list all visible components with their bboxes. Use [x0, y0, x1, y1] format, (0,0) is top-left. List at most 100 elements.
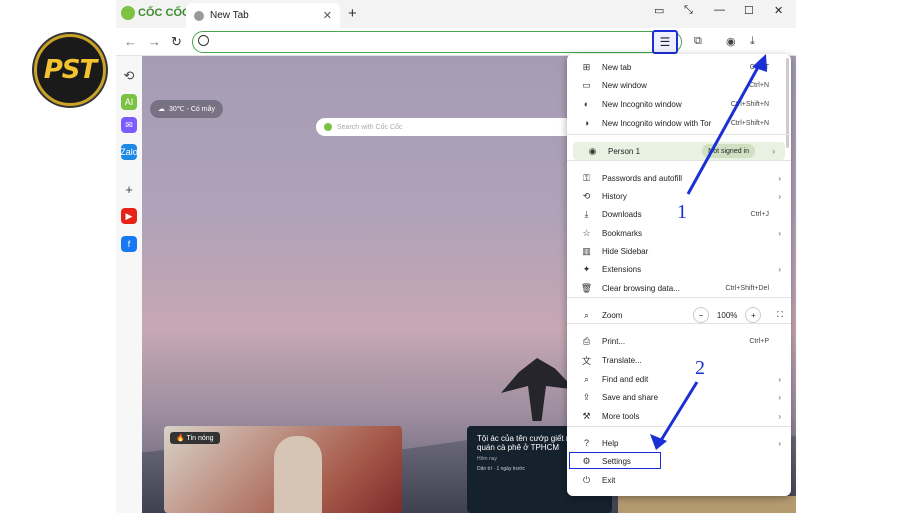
sign-in-status-badge: Not signed in [702, 144, 755, 158]
menu-new-tab-label: New tab [602, 62, 632, 72]
menu-print-label: Print... [602, 336, 626, 346]
extensions-icon[interactable]: ⧉ [694, 35, 702, 48]
close-button[interactable]: ✕ [774, 4, 783, 17]
menu-history-icon: ⟲ [582, 190, 591, 201]
menu-save-share[interactable]: ⇪ Save and share › [567, 388, 791, 406]
menu-downloads-icon: ⤓ [584, 208, 589, 219]
menu-more-tools[interactable]: ⚒ More tools › [567, 407, 791, 425]
chevron-right-icon: › [778, 264, 781, 274]
menu-new-incognito-label: New Incognito window [602, 99, 682, 109]
menu-exit-icon: ⏻ [582, 474, 591, 485]
menu-help-icon: ? [583, 438, 589, 448]
menu-person[interactable]: ◉ Person 1 Not signed in › [573, 142, 785, 160]
menu-more-tools-label: More tools [602, 411, 640, 421]
step-2-label: 2 [695, 357, 705, 379]
weather-widget[interactable]: ☁ 30℃ - Có mây [150, 100, 223, 118]
menu-print-shortcut: Ctrl+P [749, 337, 769, 345]
menu-new-incognito-tor[interactable]: ◑ New Incognito window with Tor Ctrl+Shift… [567, 114, 791, 132]
maximize-button[interactable]: ☐ [744, 4, 754, 17]
menu-divider [567, 134, 791, 135]
ai-icon[interactable]: AI [121, 94, 137, 110]
menu-bookmarks[interactable]: ☆ Bookmarks › [567, 224, 791, 242]
news-card-main[interactable]: 🔥 Tin nóng [164, 426, 402, 513]
tab-new-tab[interactable]: New Tab ✕ [186, 3, 340, 28]
facebook-icon[interactable]: f [121, 236, 137, 252]
menu-new-incognito-tor-shortcut: Ctrl+Shift+N [730, 119, 769, 127]
menu-passwords[interactable]: ⚿ Passwords and autofill › [567, 169, 791, 187]
menu-translate-label: Translate... [602, 355, 642, 365]
chevron-right-icon: › [778, 191, 781, 201]
coccoc-brand[interactable]: CỐC CỐC [121, 6, 190, 20]
address-bar[interactable]: ☆ [192, 31, 682, 53]
main-menu: ⊞ New tab Ctrl+T ▭ New window Ctrl+N ◐ New Inco… [567, 54, 791, 496]
menu-hide-sidebar[interactable]: ▥ Hide Sidebar [567, 242, 791, 260]
collapse-icon[interactable]: ⤡ [684, 4, 693, 17]
chevron-right-icon: › [778, 392, 781, 402]
menu-hide-sidebar-icon: ▥ [582, 245, 591, 256]
menu-new-window-icon: ▭ [582, 79, 591, 90]
news-photo [274, 436, 322, 513]
tab-close-icon[interactable]: ✕ [323, 9, 332, 22]
search-box[interactable]: Search with Cốc Cốc [316, 118, 606, 136]
cloud-icon: ☁ [158, 106, 165, 113]
back-icon[interactable]: ← [124, 34, 137, 49]
menu-extensions[interactable]: ✦ Extensions › [567, 260, 791, 278]
new-tab-button[interactable]: + [348, 5, 357, 22]
menu-bookmarks-icon: ☆ [582, 227, 591, 238]
menu-new-tab-shortcut: Ctrl+T [749, 63, 769, 71]
forward-icon[interactable]: → [148, 34, 161, 49]
menu-passwords-icon: ⚿ [583, 172, 590, 183]
brand-label: CỐC CỐC [138, 7, 190, 19]
minimize-button[interactable]: — [714, 4, 725, 16]
chevron-right-icon: › [778, 411, 781, 421]
zoom-value: 100% [716, 310, 738, 320]
youtube-icon[interactable]: ▶ [121, 208, 137, 224]
download-icon[interactable]: ⤓ [750, 35, 755, 48]
zoom-in-button[interactable]: + [745, 307, 762, 323]
menu-new-tab-icon: ⊞ [582, 61, 591, 72]
menu-help[interactable]: ? Help › [567, 434, 791, 452]
menu-divider [567, 426, 791, 427]
menu-find-edit-icon: ⌕ [583, 373, 590, 384]
menu-new-incognito-tor-icon: ◑ [583, 118, 590, 128]
menu-passwords-label: Passwords and autofill [602, 173, 683, 183]
menu-find-edit[interactable]: ⌕ Find and edit › [567, 370, 791, 388]
weather-label: 30℃ - Có mây [169, 106, 215, 113]
menu-divider [567, 297, 791, 298]
menu-bookmarks-label: Bookmarks [602, 228, 643, 238]
menu-exit[interactable]: ⏻ Exit [567, 471, 791, 489]
menu-divider [567, 160, 791, 161]
reload-icon[interactable]: ↻ [171, 34, 182, 50]
menu-new-tab[interactable]: ⊞ New tab Ctrl+T [567, 58, 791, 76]
coccoc-search-icon [324, 123, 332, 131]
menu-clear-data-icon: 🗑 [580, 282, 593, 293]
menu-extensions-icon: ✦ [582, 263, 591, 274]
chevron-right-icon: › [778, 173, 781, 183]
person-label: Person 1 [608, 146, 641, 156]
tab-search-icon[interactable]: ▭ [654, 4, 664, 17]
menu-exit-label: Exit [602, 475, 616, 485]
step-1-label: 1 [677, 201, 687, 223]
menu-print[interactable]: ⎙ Print... Ctrl+P [567, 332, 791, 350]
main-menu-button[interactable]: ☰ [652, 30, 678, 54]
news-card-thumb[interactable] [618, 496, 796, 513]
profile-icon[interactable]: ◉ [726, 35, 736, 48]
zalo-icon[interactable]: Zalo [120, 144, 138, 160]
person-avatar-icon: ◉ [588, 145, 597, 156]
messenger-icon[interactable]: ✉ [121, 117, 137, 133]
menu-clear-data[interactable]: 🗑 Clear browsing data... Ctrl+Shift+Del [567, 279, 791, 297]
menu-translate[interactable]: 文 Translate... [567, 351, 791, 369]
menu-more-tools-icon: ⚒ [582, 410, 591, 421]
pst-logo: PST [34, 34, 106, 106]
menu-find-edit-label: Find and edit [602, 374, 649, 384]
menu-new-window[interactable]: ▭ New window Ctrl+N [567, 76, 791, 94]
add-icon[interactable]: + [121, 181, 137, 197]
screen: PST CỐC CỐC New Tab ✕ + ▭ ⤡ — ☐ ✕ ← → ↻ ☆… [0, 0, 912, 513]
menu-new-incognito[interactable]: ◐ New Incognito window Ctrl+Shift+N [567, 95, 791, 113]
chevron-right-icon: › [778, 438, 781, 448]
fullscreen-icon[interactable]: ⛶ [777, 310, 783, 320]
history-icon[interactable]: ⟲ [121, 68, 137, 84]
menu-new-incognito-shortcut: Ctrl+Shift+N [730, 100, 769, 108]
zoom-out-button[interactable]: − [692, 307, 709, 323]
menu-save-share-icon: ⇪ [582, 391, 591, 402]
